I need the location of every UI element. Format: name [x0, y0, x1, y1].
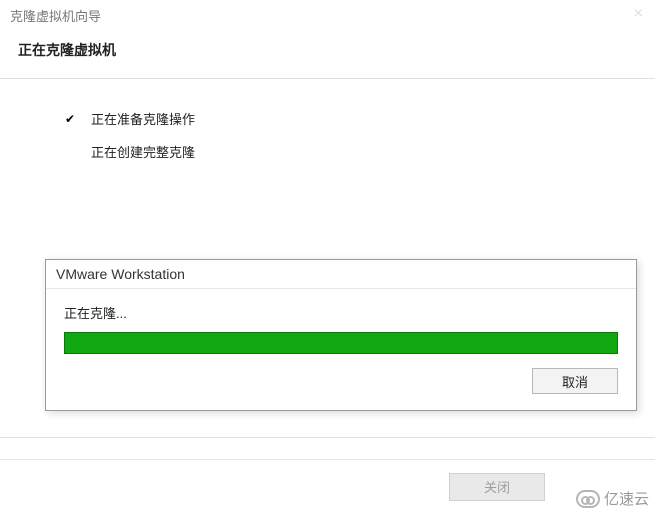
progress-bar — [64, 332, 618, 354]
close-icon[interactable]: × — [634, 6, 643, 22]
watermark: 亿速云 — [576, 488, 649, 509]
dialog-title: VMware Workstation — [46, 260, 636, 289]
watermark-text: 亿速云 — [604, 488, 649, 509]
wizard-heading: 正在克隆虚拟机 — [0, 30, 655, 78]
cancel-button[interactable]: 取消 — [532, 368, 618, 394]
close-button: 关闭 — [449, 473, 545, 501]
window-titlebar: 克隆虚拟机向导 × — [0, 0, 655, 30]
watermark-cloud-icon — [576, 490, 600, 508]
check-icon: ✔ — [65, 112, 79, 126]
dialog-button-row: 取消 — [64, 368, 618, 394]
dialog-status-text: 正在克隆... — [64, 303, 618, 322]
step-prepare-label: 正在准备克隆操作 — [91, 109, 195, 128]
step-create-label: 正在创建完整克隆 — [91, 142, 195, 161]
wizard-content: ✔ 正在准备克隆操作 正在创建完整克隆 VMware Workstation 正… — [0, 78, 655, 438]
step-create: 正在创建完整克隆 — [65, 142, 615, 161]
progress-dialog: VMware Workstation 正在克隆... 取消 — [45, 259, 637, 411]
dialog-body: 正在克隆... 取消 — [46, 289, 636, 410]
window-title: 克隆虚拟机向导 — [10, 6, 101, 25]
wizard-footer: 关闭 — [0, 459, 655, 513]
step-prepare: ✔ 正在准备克隆操作 — [65, 109, 615, 128]
